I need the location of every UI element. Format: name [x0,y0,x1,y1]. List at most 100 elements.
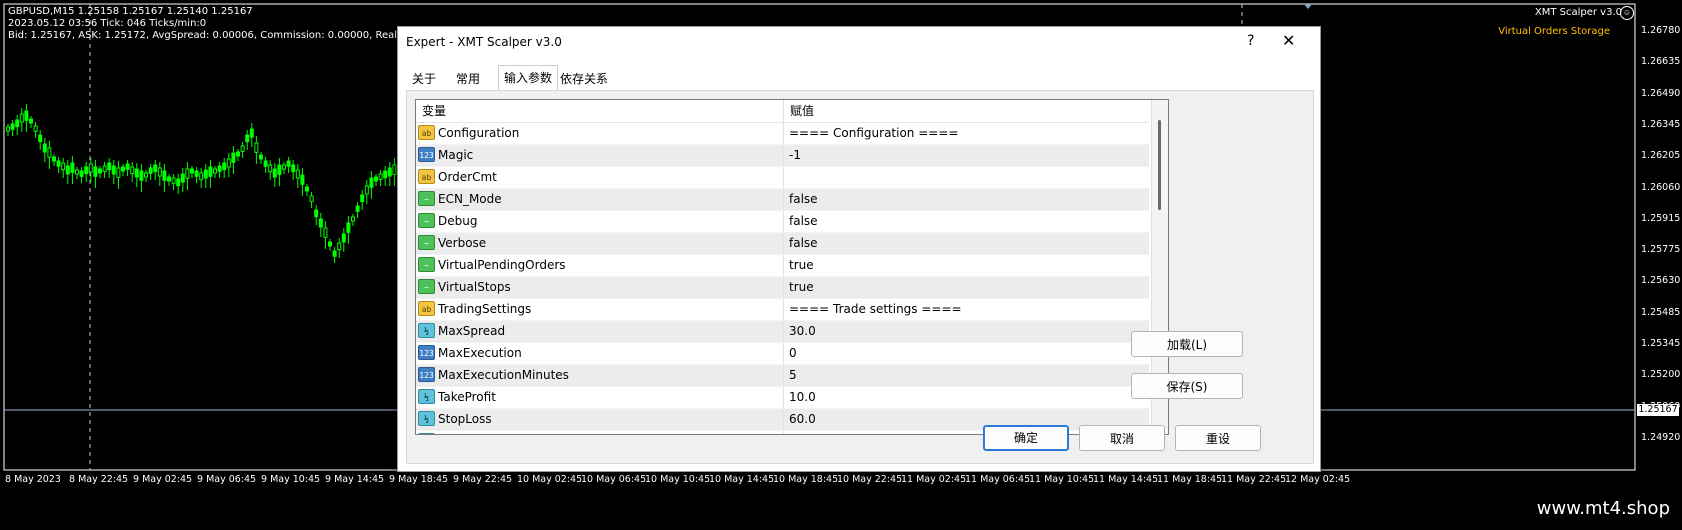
price-axis-label: 1.25345 [1641,338,1681,349]
param-type-dbl-icon: ½ [418,433,435,434]
candle-body [203,169,208,179]
param-value[interactable]: false [789,211,818,232]
param-value[interactable]: ==== Trade settings ==== [789,299,962,320]
param-value[interactable]: 10.0 [789,387,816,408]
reset-button[interactable]: 重设 [1175,425,1261,451]
candle-body [180,173,185,183]
candle-body [355,205,360,212]
candle-body [75,169,79,175]
param-name: TakeProfit [438,390,496,404]
param-value[interactable]: true [789,277,814,298]
candle-body [346,222,351,233]
param-type-ab-icon: ab [418,301,435,316]
candle-body [134,168,139,178]
candle-body [130,166,135,175]
param-type-bool-icon: ~ [418,191,435,206]
grid-header: 变量 赋值 [416,100,1149,123]
time-axis-label: 11 May 10:45 [1029,474,1095,485]
candle-body [392,164,397,175]
param-value[interactable]: 5 [789,365,797,386]
param-name: Configuration [438,126,520,140]
current-price-label: 1.25167 [1637,404,1679,416]
column-divider [783,299,784,320]
ok-button[interactable]: 确定 [983,425,1069,451]
candle-body [121,166,125,172]
candle-body [29,118,33,124]
candle-body [157,167,162,177]
param-row[interactable]: ab OrderCmt [416,167,1149,189]
param-name: Magic [438,148,474,162]
candle-body [268,164,273,173]
candle-body [374,176,378,182]
candle-body [98,168,102,174]
candle-body [153,164,158,173]
param-name: StopLoss [438,412,492,426]
time-axis-label: 9 May 14:45 [325,474,385,485]
candle-body [245,134,250,143]
param-row[interactable]: ab Configuration ==== Configuration ==== [416,123,1149,145]
param-row[interactable]: ½ TakeProfit 10.0 [416,387,1149,409]
load-button[interactable]: 加载(L) [1131,331,1243,357]
param-value[interactable]: false [789,189,818,210]
param-row[interactable]: 123 MaxExecution 0 [416,343,1149,365]
param-row[interactable]: ~ VirtualStops true [416,277,1149,299]
param-row[interactable]: ab TradingSettings ==== Trade settings ===… [416,299,1149,321]
smile-icon[interactable]: ☺ [1620,6,1634,20]
candle-body [47,147,52,158]
parameters-grid[interactable]: 变量 赋值 ab Configuration ==== Configuration … [415,99,1169,435]
param-type-num-icon: 123 [418,147,435,162]
param-value[interactable]: 0 [789,343,797,364]
param-name: VirtualPendingOrders [438,258,566,272]
inputs-panel: 变量 赋值 ab Configuration ==== Configuration … [406,90,1314,464]
param-value[interactable]: -1 [789,145,801,166]
cancel-button[interactable]: 取消 [1079,425,1165,451]
candle-body [176,178,181,187]
save-button[interactable]: 保存(S) [1131,373,1243,399]
scrollbar-thumb[interactable] [1158,120,1161,210]
param-row[interactable]: ~ Verbose false [416,233,1149,255]
param-row[interactable]: ~ Debug false [416,211,1149,233]
param-row[interactable]: ~ VirtualPendingOrders true [416,255,1149,277]
param-row[interactable]: ~ ECN_Mode false [416,189,1149,211]
param-value[interactable]: 0.0 [789,431,808,434]
param-name: TradingSettings [438,302,532,316]
column-divider [783,211,784,232]
help-icon[interactable]: ? [1247,33,1254,49]
param-row[interactable]: ½ MaxSpread 30.0 [416,321,1149,343]
tab-about[interactable]: 关于 [406,67,442,89]
candle-body [107,162,112,171]
candle-body [102,165,107,172]
param-value[interactable]: ==== Configuration ==== [789,123,958,144]
param-value[interactable]: false [789,233,818,254]
time-axis-label: 9 May 10:45 [261,474,321,485]
time-axis-label: 10 May 14:45 [709,474,775,485]
price-axis-label: 1.25775 [1641,244,1681,256]
param-value[interactable]: 30.0 [789,321,816,342]
param-row[interactable]: 123 Magic -1 [416,145,1149,167]
time-axis-label: 11 May 18:45 [1157,474,1223,485]
column-divider [783,189,784,210]
candle-body [139,170,144,181]
param-type-bool-icon: ~ [418,279,435,294]
param-type-ab-icon: ab [418,169,435,184]
candle-body [291,164,296,173]
tab-inputs[interactable]: 输入参数 [498,65,558,90]
param-row[interactable]: 123 MaxExecutionMinutes 5 [416,365,1149,387]
header-value[interactable]: 赋值 [784,100,814,122]
tab-dependencies[interactable]: 依存关系 [558,67,610,89]
tab-common[interactable]: 常用 [450,67,486,89]
param-type-num-icon: 123 [418,345,435,360]
candle-body [364,185,369,195]
site-watermark: www.mt4.shop [1536,498,1670,519]
time-axis-label: 12 May 02:45 [1285,474,1351,485]
header-variable[interactable]: 变量 [416,100,446,122]
param-value[interactable]: true [789,255,814,276]
param-value[interactable]: 60.0 [789,409,816,430]
time-axis-label: 8 May 2023 [5,474,61,485]
price-axis-label: 1.25485 [1641,306,1681,318]
close-icon[interactable]: ✕ [1282,31,1295,50]
candle-body [222,162,227,171]
candle-body [249,128,254,138]
candle-body [240,145,245,152]
param-type-bool-icon: ~ [418,235,435,250]
